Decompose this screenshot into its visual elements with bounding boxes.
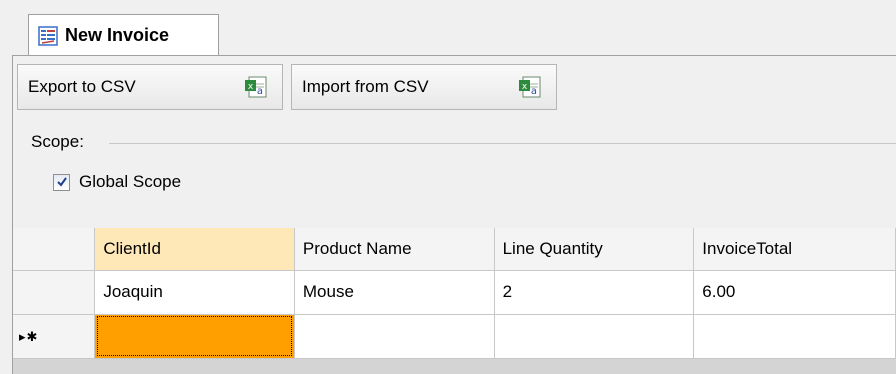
cell-invoicetotal[interactable]: 6.00 [693,270,896,315]
import-csv-label: Import from CSV [302,77,429,96]
import-csv-button[interactable]: Import from CSV x a [291,64,557,110]
svg-text:a: a [257,86,263,97]
tab-label: New Invoice [65,25,170,45]
cell-product-name[interactable]: Mouse [294,270,495,315]
column-header-product-name[interactable]: Product Name [294,228,495,271]
column-header-invoicetotal[interactable]: InvoiceTotal [693,228,896,271]
tab-new-invoice[interactable]: New Invoice [28,14,219,56]
new-row: ▸✱ [13,314,896,359]
new-row-clientid-cell[interactable] [94,314,295,359]
excel-icon: x a [245,76,267,98]
export-csv-label: Export to CSV [28,77,136,96]
row-header[interactable] [13,270,96,315]
new-row-invoicetotal-cell[interactable] [693,314,896,359]
global-scope-checkbox-row[interactable]: Global Scope [53,172,181,192]
tab-strip: New Invoice [0,0,896,56]
excel-icon: x a [519,76,541,98]
invoice-panel: Export to CSV x a Import from CSV x a Sc… [12,56,896,228]
new-row-marker-icon: ▸✱ [19,329,39,344]
new-row-product-name-cell[interactable] [294,314,495,359]
new-row-line-quantity-cell[interactable] [494,314,695,359]
cell-clientid[interactable]: Joaquin [94,270,295,315]
cell-line-quantity[interactable]: 2 [494,270,695,315]
checkmark-icon [56,177,67,187]
table-row: Joaquin Mouse 2 6.00 [13,270,896,315]
export-csv-button[interactable]: Export to CSV x a [17,64,283,110]
invoice-grid: ClientId Product Name Line Quantity Invo… [12,228,896,374]
column-header-clientid[interactable]: ClientId [94,228,295,271]
global-scope-label: Global Scope [79,172,182,191]
grid-header-row: ClientId Product Name Line Quantity Invo… [13,228,896,271]
data-grid-table: ClientId Product Name Line Quantity Invo… [13,228,896,359]
scope-divider [109,143,896,144]
column-header-line-quantity[interactable]: Line Quantity [494,228,695,271]
svg-text:x: x [522,82,528,92]
global-scope-checkbox[interactable] [53,173,70,191]
svg-text:a: a [531,86,537,97]
new-row-header[interactable]: ▸✱ [13,314,96,359]
form-icon [38,25,58,46]
svg-text:x: x [248,82,254,92]
scope-group-label: Scope: [31,132,84,151]
grid-corner-header[interactable] [13,228,96,271]
